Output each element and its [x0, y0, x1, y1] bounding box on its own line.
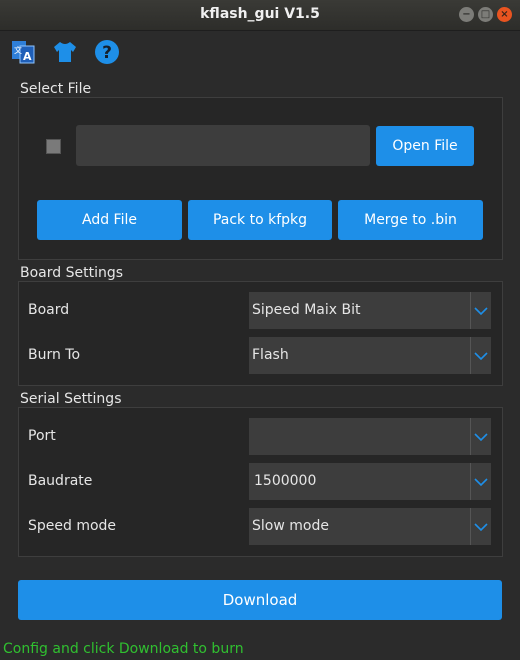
status-message: Config and click Download to burn — [3, 641, 244, 657]
window-title: kflash_gui V1.5 — [200, 6, 320, 22]
file-enable-checkbox[interactable] — [46, 139, 61, 154]
board-label: Board — [28, 302, 70, 318]
toolbar: A 文 ? — [10, 38, 120, 66]
skin-icon[interactable] — [52, 39, 78, 65]
baudrate-select[interactable]: 1500000 — [249, 463, 491, 500]
add-file-button[interactable]: Add File — [37, 200, 182, 240]
chevron-down-icon — [470, 292, 491, 329]
chevron-down-icon — [470, 463, 491, 500]
window-controls: − □ × — [459, 7, 512, 22]
burn-to-select-value: Flash — [252, 347, 289, 363]
select-file-title: Select File — [20, 81, 92, 97]
download-button[interactable]: Download — [18, 580, 502, 620]
open-file-button[interactable]: Open File — [376, 126, 474, 166]
port-select[interactable] — [249, 418, 491, 455]
speed-mode-select-value: Slow mode — [252, 518, 329, 534]
burn-to-select[interactable]: Flash — [249, 337, 491, 374]
title-bar: kflash_gui V1.5 − □ × — [0, 0, 520, 31]
baudrate-label: Baudrate — [28, 473, 93, 489]
help-icon[interactable]: ? — [94, 39, 120, 65]
merge-to-bin-button[interactable]: Merge to .bin — [338, 200, 483, 240]
chevron-down-icon — [470, 418, 491, 455]
speed-mode-label: Speed mode — [28, 518, 117, 534]
close-button[interactable]: × — [497, 7, 512, 22]
chevron-down-icon — [470, 508, 491, 545]
svg-text:文: 文 — [14, 45, 22, 55]
port-label: Port — [28, 428, 56, 444]
speed-mode-select[interactable]: Slow mode — [249, 508, 491, 545]
board-settings-title: Board Settings — [20, 265, 124, 281]
pack-to-kfpkg-button[interactable]: Pack to kfpkg — [188, 200, 332, 240]
file-path-input[interactable] — [76, 125, 370, 166]
svg-text:A: A — [23, 50, 32, 63]
board-select[interactable]: Sipeed Maix Bit — [249, 292, 491, 329]
minimize-button[interactable]: − — [459, 7, 474, 22]
burn-to-label: Burn To — [28, 347, 81, 363]
board-select-value: Sipeed Maix Bit — [252, 302, 361, 318]
language-icon[interactable]: A 文 — [10, 39, 36, 65]
chevron-down-icon — [470, 337, 491, 374]
svg-text:?: ? — [102, 43, 112, 63]
baudrate-select-value: 1500000 — [254, 473, 317, 489]
maximize-button[interactable]: □ — [478, 7, 493, 22]
serial-settings-title: Serial Settings — [20, 391, 122, 407]
